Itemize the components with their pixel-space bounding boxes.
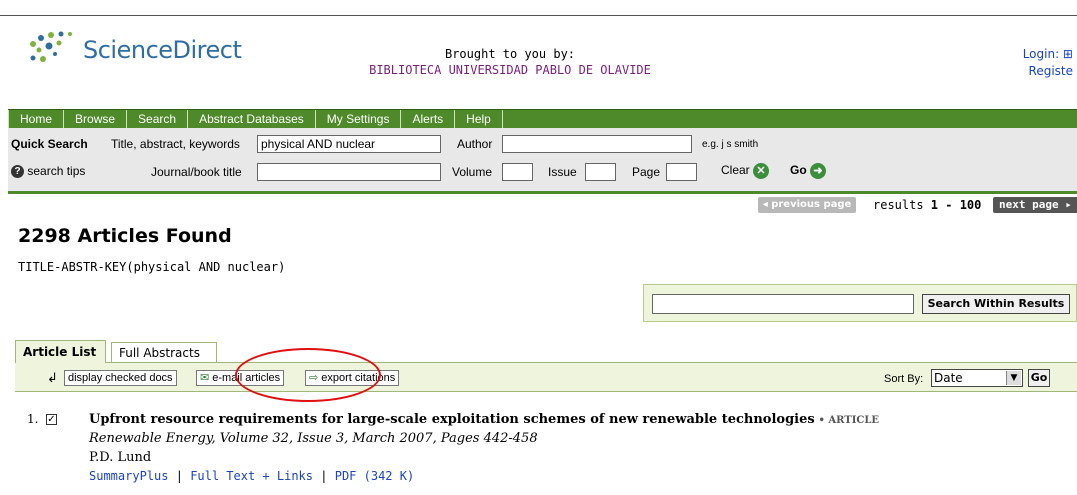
export-citations-label: export citations bbox=[321, 372, 396, 384]
search-within-panel: Search Within Results bbox=[643, 284, 1077, 322]
export-citations-button[interactable]: ⇨ export citations bbox=[305, 370, 400, 386]
logo-text: ScienceDirect bbox=[83, 36, 242, 64]
institution-name: BIBLIOTECA UNIVERSIDAD PABLO DE OLAVIDE bbox=[369, 63, 651, 77]
tab-article-list[interactable]: Article List bbox=[15, 340, 106, 363]
nav-browse[interactable]: Browse bbox=[64, 110, 128, 128]
brought-to-you: Brought to you by: BIBLIOTECA UNIVERSIDA… bbox=[340, 46, 680, 78]
search-tips-label: search tips bbox=[27, 164, 86, 178]
issue-label: Issue bbox=[548, 165, 577, 179]
email-articles-button[interactable]: ✉ e-mail articles bbox=[196, 370, 285, 386]
result-type: • ARTICLE bbox=[818, 415, 880, 426]
brought-label: Brought to you by: bbox=[444, 47, 576, 61]
main-nav: Home Browse Search Abstract Databases My Set… bbox=[8, 109, 1077, 128]
nav-alerts[interactable]: Alerts bbox=[401, 110, 456, 128]
summaryplus-link[interactable]: SummaryPlus bbox=[89, 469, 168, 483]
author-label: Author bbox=[457, 137, 493, 151]
search-within-button[interactable]: Search Within Results bbox=[922, 294, 1070, 314]
return-arrow-icon: ↲ bbox=[47, 371, 58, 386]
login-area: Login: ⊞ Registe bbox=[1023, 46, 1073, 80]
results-range: results 1 - 100 bbox=[873, 198, 981, 212]
nav-my-settings[interactable]: My Settings bbox=[316, 110, 402, 128]
title-keywords-label: Title, abstract, keywords bbox=[111, 137, 240, 151]
volume-label: Volume bbox=[452, 165, 493, 179]
full-text-link[interactable]: Full Text + Links bbox=[190, 469, 313, 483]
journal-input[interactable] bbox=[257, 163, 441, 181]
result-checkbox[interactable]: ✓ bbox=[46, 414, 57, 425]
logo-dots-icon bbox=[30, 31, 72, 62]
clear-label: Clear bbox=[721, 163, 750, 178]
quick-search-panel: Quick Search Title, abstract, keywords A… bbox=[8, 128, 1077, 194]
result-title[interactable]: Upfront resource requirements for large-… bbox=[89, 412, 815, 427]
results-prefix: results bbox=[873, 198, 931, 212]
pdf-link[interactable]: PDF (342 K) bbox=[335, 469, 414, 483]
help-icon: ? bbox=[11, 165, 24, 179]
next-page-button[interactable]: next page ▸ bbox=[993, 197, 1077, 213]
sort-go-button[interactable]: Go bbox=[1028, 369, 1050, 387]
clear-button[interactable]: Clear ✕ bbox=[721, 163, 770, 179]
sciencedirect-logo[interactable]: ScienceDirect bbox=[25, 28, 265, 78]
go-label: Go bbox=[790, 163, 807, 178]
go-button[interactable]: Go ➜ bbox=[790, 163, 827, 179]
result-authors: P.D. Lund bbox=[89, 450, 152, 465]
page-label: Page bbox=[632, 165, 661, 179]
nav-help[interactable]: Help bbox=[455, 110, 503, 128]
chevron-down-icon: ▼ bbox=[1006, 371, 1021, 385]
page-input[interactable] bbox=[666, 163, 697, 181]
author-input[interactable] bbox=[502, 135, 692, 153]
quick-search-label: Quick Search bbox=[11, 137, 88, 151]
register-link[interactable]: Registe bbox=[1023, 63, 1073, 80]
issue-input[interactable] bbox=[585, 163, 616, 181]
link-separator: | bbox=[175, 469, 183, 483]
results-toolbar: ↲ display checked docs ✉ e-mail articles… bbox=[15, 362, 1077, 392]
author-example: e.g. j s smith bbox=[702, 139, 759, 150]
sort-by-value: Date bbox=[934, 371, 963, 385]
result-source: Renewable Energy, Volume 32, Issue 3, Ma… bbox=[89, 431, 538, 446]
search-tips-link[interactable]: ? search tips bbox=[11, 164, 86, 179]
search-within-input[interactable] bbox=[652, 294, 914, 314]
result-number: 1. bbox=[27, 412, 39, 426]
tab-full-abstracts[interactable]: Full Abstracts bbox=[111, 342, 217, 362]
sort-by-label: Sort By: bbox=[884, 373, 924, 385]
result-body: Upfront resource requirements for large-… bbox=[89, 412, 879, 483]
go-arrow-icon: ➜ bbox=[810, 163, 827, 179]
journal-label: Journal/book title bbox=[151, 165, 242, 179]
previous-page-button[interactable]: ◂ previous page bbox=[758, 197, 856, 213]
results-range-value: 1 - 100 bbox=[930, 198, 982, 212]
result-links: SummaryPlus | Full Text + Links | PDF (3… bbox=[89, 469, 879, 483]
display-checked-docs-button[interactable]: display checked docs bbox=[64, 370, 177, 386]
title-keywords-input[interactable] bbox=[257, 135, 441, 153]
login-link[interactable]: Login: ⊞ bbox=[1023, 46, 1073, 63]
clear-x-icon: ✕ bbox=[753, 163, 770, 179]
sort-by-select[interactable]: Date ▼ bbox=[931, 369, 1023, 387]
top-divider bbox=[0, 15, 1077, 16]
volume-input[interactable] bbox=[502, 163, 533, 181]
export-icon: ⇨ bbox=[309, 372, 319, 384]
search-query-text: TITLE-ABSTR-KEY(physical AND nuclear) bbox=[18, 260, 286, 274]
nav-search[interactable]: Search bbox=[127, 110, 189, 128]
nav-home[interactable]: Home bbox=[8, 110, 65, 128]
link-separator: | bbox=[320, 469, 328, 483]
articles-found-heading: 2298 Articles Found bbox=[18, 225, 232, 247]
email-articles-label: e-mail articles bbox=[212, 372, 281, 384]
envelope-icon: ✉ bbox=[200, 372, 210, 384]
nav-abstract-databases[interactable]: Abstract Databases bbox=[188, 110, 316, 128]
